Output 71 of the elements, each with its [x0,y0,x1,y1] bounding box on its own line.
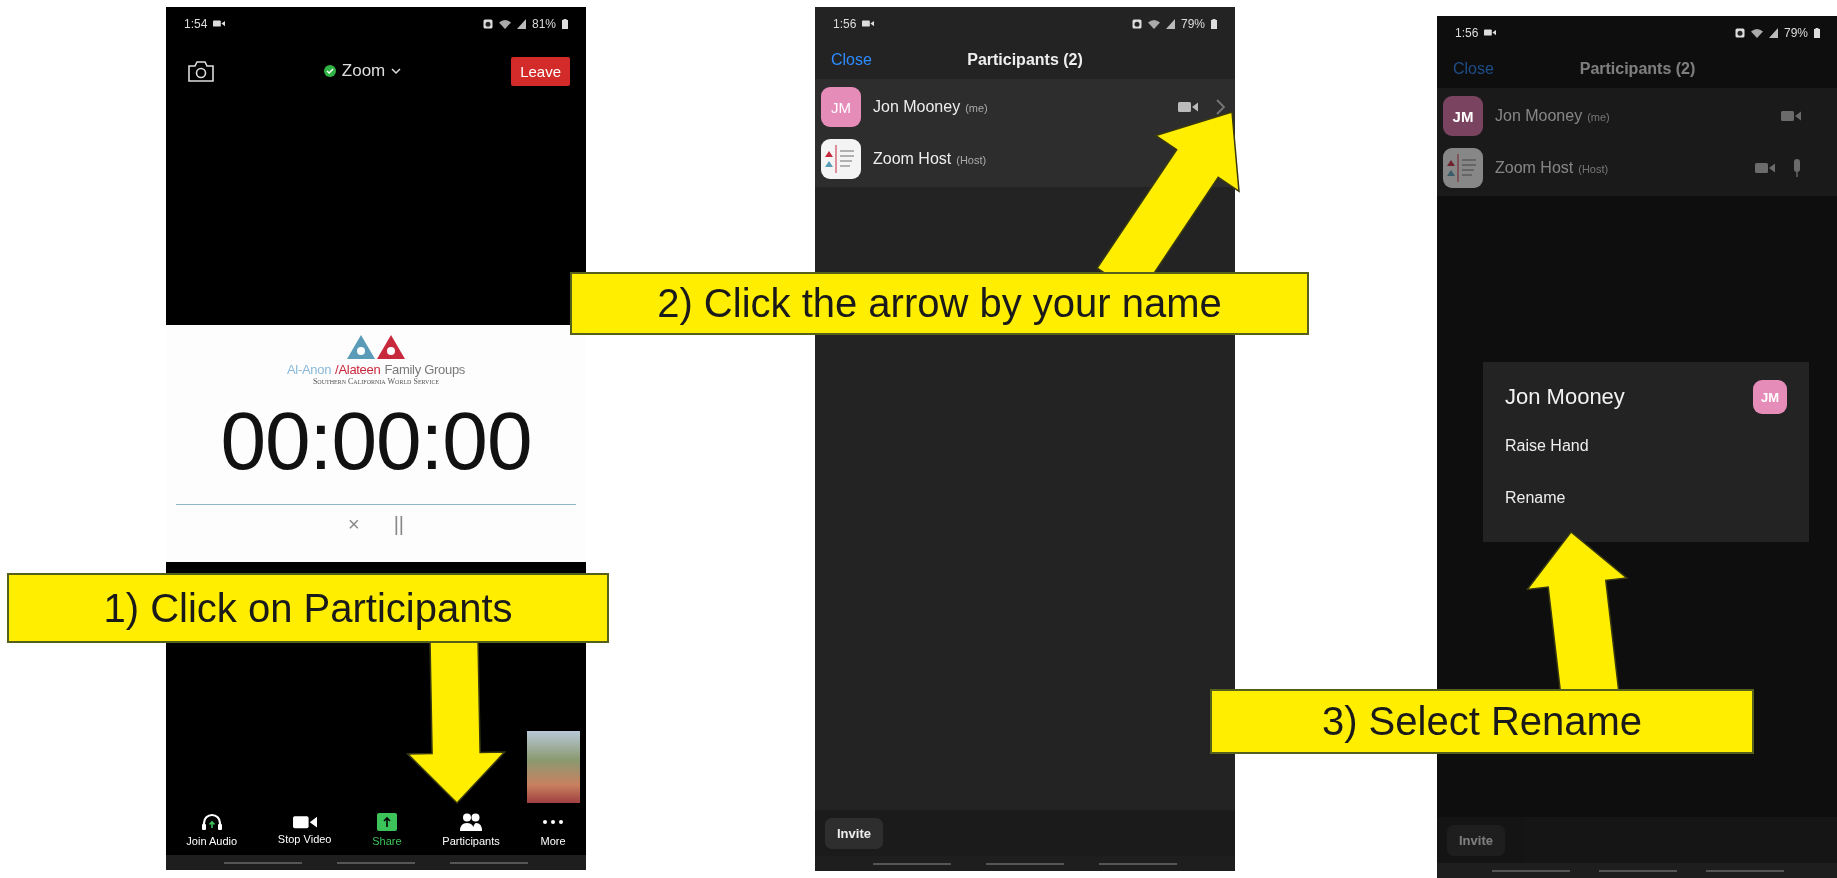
meeting-title[interactable]: Zoom [341,61,386,81]
instruction-callout: 2) Click the arrow by your name [570,272,1309,335]
participant-name: Zoom Host [873,150,952,168]
leave-button[interactable]: Leave [511,56,570,86]
clock-time: 1:54 [184,17,208,31]
instruction-callout: 3) Select Rename [1210,689,1754,754]
invite-button[interactable]: Invite [825,817,883,849]
photo-placeholder [527,731,580,803]
alarm-icon [1131,19,1142,29]
participant-role: (Host) [1578,163,1609,175]
more-icon [543,820,564,824]
triangles-logo-icon [347,335,405,359]
menu-item[interactable]: Raise Hand [1505,420,1589,472]
alarm-icon [482,19,493,29]
signal-icon [1165,19,1175,29]
video-camera-icon [1484,29,1497,37]
video-camera-icon [1781,110,1801,122]
logo-avatar-icon [821,139,861,179]
wifi-icon [1750,28,1763,38]
panel-title: Participants (2) [967,51,1083,68]
user-avatar: JM [1753,380,1787,414]
toolbar-button[interactable]: Stop Video [273,812,336,848]
check-circle-icon [323,65,336,77]
chevron-down-icon[interactable] [391,67,402,75]
battery-percent: 79% [1783,26,1808,40]
battery-percent: 81% [531,17,556,31]
logo-avatar-icon [1443,148,1483,188]
wifi-icon [1147,19,1160,29]
timer-display: 00:00:00 [220,400,532,482]
battery-icon [1211,19,1217,29]
toolbar-button[interactable]: Share [368,811,406,849]
share-icon [376,813,397,831]
alarm-icon [1734,28,1745,38]
signal-icon [516,19,526,29]
mic-icon [1793,159,1801,177]
camera-flip-icon[interactable] [188,60,214,82]
close-control[interactable]: × [347,513,360,536]
signal-icon [1768,28,1778,38]
menu-title: Jon Mooney [1505,384,1625,410]
participant-role: (me) [1587,111,1610,123]
menu-item[interactable]: Rename [1505,472,1566,524]
people-icon [460,813,483,831]
clock-time: 1:56 [833,17,857,31]
battery-icon [562,19,568,29]
user-avatar: JM [1443,96,1483,136]
toolbar-button[interactable]: Participants [438,811,504,849]
invite-button[interactable]: Invite [1447,824,1505,856]
wifi-icon [498,19,511,29]
toolbar-button[interactable]: More [536,811,570,849]
instruction-callout: 1) Click on Participants [7,573,609,643]
toolbar-button[interactable]: Join Audio [182,811,242,849]
headphones-icon [200,813,223,831]
panel-title: Participants (2) [1579,60,1696,77]
close-button[interactable]: Close [831,51,872,69]
video-camera-icon [213,20,226,28]
user-avatar: JM [821,87,861,127]
chevron-right-icon[interactable] [1216,99,1225,115]
participant-role: (Host) [956,154,987,166]
logo-title: Al-Anon /Alateen Family Groups [286,362,466,377]
video-camera-icon [292,814,317,830]
battery-percent: 79% [1180,17,1205,31]
participant-name: Jon Mooney [1495,107,1583,125]
participant-name: Zoom Host [1495,159,1574,177]
video-camera-icon [1178,101,1198,113]
battery-icon [1814,28,1820,38]
video-camera-icon [1755,162,1775,174]
logo-subtitle: Southern California World Service [312,377,440,386]
participant-name: Jon Mooney [873,98,961,116]
participant-role: (me) [965,102,988,114]
video-camera-icon [862,20,875,28]
clock-time: 1:56 [1455,26,1479,40]
